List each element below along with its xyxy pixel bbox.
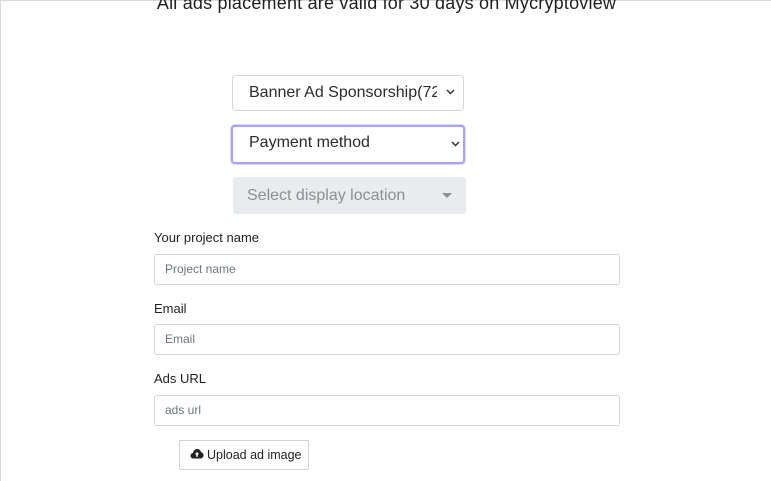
page-frame: All ads placement are valid for 30 days … [0,0,771,481]
display-location-select[interactable]: Select display location [233,177,466,214]
email-placeholder: Email [165,332,196,346]
cloud-upload-icon [190,441,204,469]
payment-method-select[interactable]: Payment method [231,125,465,164]
ad-type-select-value: Banner Ad Sponsorship(728 [249,84,437,101]
display-location-placeholder: Select display location [247,187,406,204]
project-name-input[interactable]: Project name [154,254,620,285]
ads-url-label: Ads URL [154,371,207,386]
caret-down-icon [442,193,452,198]
email-input[interactable]: Email [154,324,620,355]
email-label: Email [154,301,187,316]
ads-url-placeholder: ads url [165,403,202,417]
project-name-label: Your project name [154,230,260,245]
ad-type-select[interactable]: Banner Ad Sponsorship(728 [232,75,464,111]
payment-method-select-value: Payment method [249,134,370,151]
upload-ad-image-button[interactable]: Upload ad image [179,440,309,470]
upload-ad-image-label: Upload ad image [207,448,302,462]
chevron-down-icon [451,127,460,162]
project-name-placeholder: Project name [165,262,236,276]
ads-url-input[interactable]: ads url [154,395,620,426]
chevron-down-icon [446,76,455,110]
page-heading: All ads placement are valid for 30 days … [156,0,617,13]
